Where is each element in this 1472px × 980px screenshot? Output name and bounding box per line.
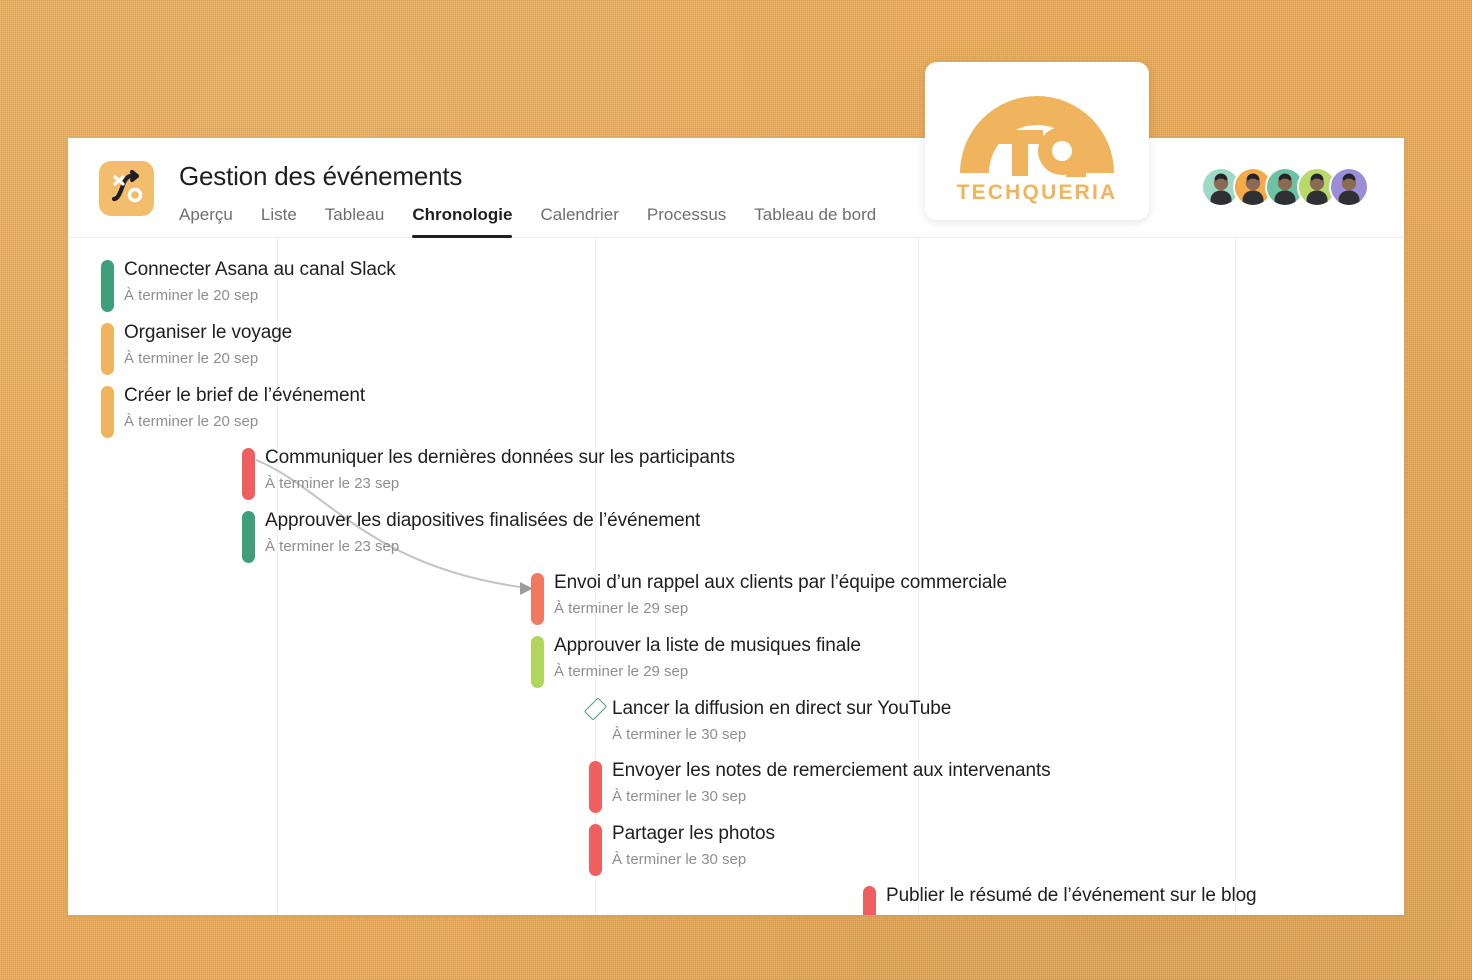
techqueria-wordmark: TECHQUERIA — [957, 181, 1118, 204]
task-text-block: Communiquer les dernières données sur le… — [265, 445, 735, 495]
task-due-date: À terminer le 23 sep — [265, 538, 400, 555]
timeline-task-row[interactable]: Publier le résumé de l’événement sur le … — [863, 883, 1257, 915]
task-name: Publier le résumé de l’événement sur le … — [886, 885, 1257, 906]
task-text-block: Approuver la liste de musiques finale À t… — [554, 633, 861, 683]
task-name: Connecter Asana au canal Slack — [124, 259, 396, 280]
task-text-block: Lancer la diffusion en direct sur YouTub… — [612, 696, 951, 746]
timeline-view: Connecter Asana au canal Slack À terminer… — [68, 238, 1404, 915]
task-text-block: Organiser le voyage À terminer le 20 sep — [124, 320, 292, 370]
task-due-date: À terminer le 20 sep — [124, 287, 259, 304]
task-text-block: Partager les photos À terminer le 30 sep — [612, 821, 775, 871]
task-name: Approuver les diapositives finalisées de… — [265, 510, 701, 531]
task-duration-bar[interactable] — [531, 636, 544, 688]
tab-tableau-de-bord[interactable]: Tableau de bord — [740, 205, 890, 238]
timeline-task-row[interactable]: Approuver la liste de musiques finale À t… — [531, 633, 861, 688]
task-text-block: Envoyer les notes de remerciement aux in… — [612, 758, 1051, 808]
task-due-date: À terminer le 29 sep — [554, 663, 689, 680]
task-duration-bar[interactable] — [863, 886, 876, 915]
task-name: Créer le brief de l’événement — [124, 385, 366, 406]
tab-apercu[interactable]: Aperçu — [179, 205, 247, 238]
techqueria-logo-card: TECHQUERIA — [925, 62, 1149, 220]
task-text-block: Approuver les diapositives finalisées de… — [265, 508, 700, 558]
task-name: Envoyer les notes de remerciement aux in… — [612, 760, 1051, 781]
task-duration-bar[interactable] — [589, 761, 602, 813]
tab-chronologie[interactable]: Chronologie — [398, 205, 526, 238]
task-due-date: À terminer le 30 sep — [612, 788, 747, 805]
task-name: Partager les photos — [612, 823, 775, 844]
timeline-task-row[interactable]: Lancer la diffusion en direct sur YouTub… — [583, 696, 951, 746]
task-duration-bar[interactable] — [101, 323, 114, 375]
view-tab-bar: Aperçu Liste Tableau Chronologie Calendr… — [179, 200, 890, 238]
task-due-date: À terminer le 30 sep — [612, 726, 747, 743]
task-duration-bar[interactable] — [531, 573, 544, 625]
avatar[interactable] — [1329, 167, 1369, 207]
task-due-date: À terminer le 30 sep — [612, 851, 747, 868]
task-due-date: À terminer le 20 sep — [124, 413, 259, 430]
timeline-task-row[interactable]: Envoi d’un rappel aux clients par l’équi… — [531, 570, 1007, 625]
project-header: Gestion des événements Aperçu Liste Tabl… — [68, 138, 1404, 238]
tab-liste[interactable]: Liste — [247, 205, 311, 238]
task-text-block: Créer le brief de l’événement À terminer … — [124, 383, 365, 433]
timeline-gridline — [1235, 238, 1236, 915]
techqueria-tq-mark — [997, 127, 1086, 177]
task-name: Envoi d’un rappel aux clients par l’équi… — [554, 572, 1007, 593]
timeline-task-row[interactable]: Envoyer les notes de remerciement aux in… — [589, 758, 1051, 813]
task-duration-bar[interactable] — [242, 448, 255, 500]
timeline-task-row[interactable]: Approuver les diapositives finalisées de… — [242, 508, 700, 563]
task-name: Lancer la diffusion en direct sur YouTub… — [612, 698, 952, 719]
task-due-date: À terminer le 29 sep — [554, 600, 689, 617]
task-name: Communiquer les dernières données sur le… — [265, 447, 735, 468]
asana-project-icon[interactable] — [99, 161, 154, 216]
task-text-block: Connecter Asana au canal Slack À terminer… — [124, 257, 396, 307]
task-name: Approuver la liste de musiques finale — [554, 635, 861, 656]
task-due-date: À terminer le 23 sep — [265, 475, 400, 492]
task-due-date: À terminer le 20 sep — [124, 350, 259, 367]
tab-calendrier[interactable]: Calendrier — [526, 205, 632, 238]
task-text-block: Envoi d’un rappel aux clients par l’équi… — [554, 570, 1007, 620]
task-duration-bar[interactable] — [589, 824, 602, 876]
task-duration-bar[interactable] — [242, 511, 255, 563]
timeline-task-row[interactable]: Communiquer les dernières données sur le… — [242, 445, 735, 500]
milestone-diamond-icon[interactable] — [583, 697, 608, 721]
timeline-task-row[interactable]: Partager les photos À terminer le 30 sep — [589, 821, 775, 876]
page-title: Gestion des événements — [179, 161, 463, 191]
tab-tableau[interactable]: Tableau — [311, 205, 399, 238]
timeline-task-row[interactable]: Organiser le voyage À terminer le 20 sep — [101, 320, 292, 375]
tab-processus[interactable]: Processus — [633, 205, 740, 238]
task-name: Organiser le voyage — [124, 322, 293, 343]
asana-project-window: Gestion des événements Aperçu Liste Tabl… — [68, 138, 1404, 915]
timeline-task-row[interactable]: Créer le brief de l’événement À terminer … — [101, 383, 365, 438]
task-duration-bar[interactable] — [101, 386, 114, 438]
task-text-block: Publier le résumé de l’événement sur le … — [886, 883, 1257, 908]
task-duration-bar[interactable] — [101, 260, 114, 312]
member-avatar-stack[interactable] — [1201, 167, 1369, 207]
timeline-task-row[interactable]: Connecter Asana au canal Slack À terminer… — [101, 257, 396, 312]
